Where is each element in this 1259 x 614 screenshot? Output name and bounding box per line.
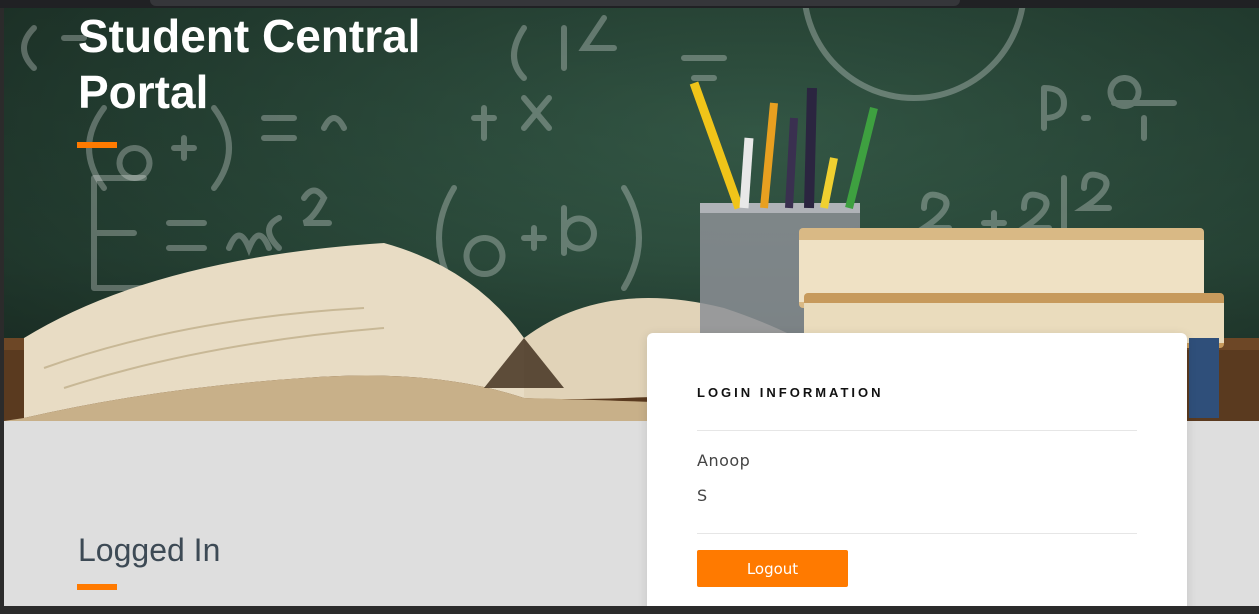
card-divider-bottom <box>697 533 1137 534</box>
logout-button[interactable]: Logout <box>697 550 848 587</box>
browser-chrome <box>0 0 1259 8</box>
title-accent-bar <box>77 142 117 148</box>
login-info-card: LOGIN INFORMATION Anoop S Logout <box>647 333 1187 606</box>
heading-accent-bar <box>77 584 117 590</box>
user-last-name: S <box>697 486 708 505</box>
login-info-heading: LOGIN INFORMATION <box>697 385 884 400</box>
page: Student Central Portal Logged In LOGIN I… <box>4 8 1259 606</box>
user-first-name: Anoop <box>697 451 751 470</box>
card-divider-top <box>697 430 1137 431</box>
page-title: Student Central Portal <box>78 10 421 118</box>
logged-in-heading: Logged In <box>78 532 221 568</box>
browser-address-bar <box>150 0 960 6</box>
